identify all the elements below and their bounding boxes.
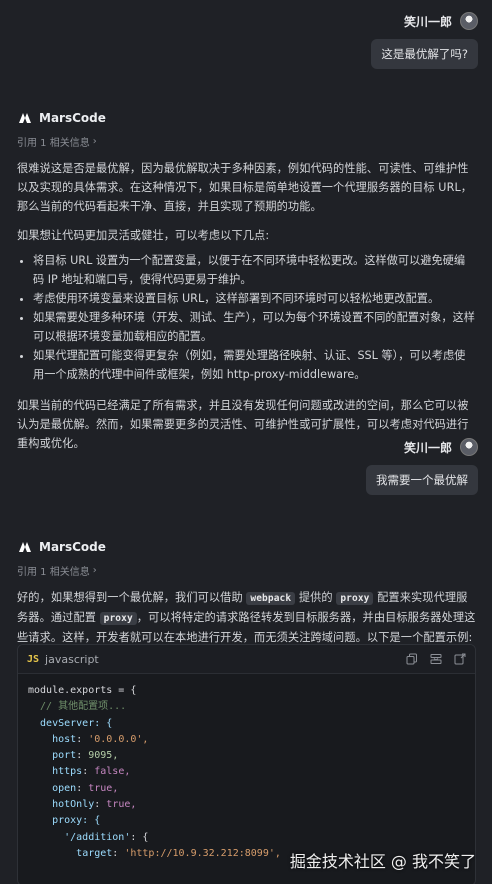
code-line: https: false, [52,766,131,778]
user-header: 笑川一郎 [404,12,478,30]
user-bubble: 我需要一个最优解 [366,465,478,495]
assistant-paragraph: 很难说这是否是最优解，因为最优解取决于多种因素，例如代码的性能、可读性、可维护性… [17,162,473,213]
code-value: 'http://10.9.32.212:8099', [124,847,281,859]
list-item: 如果代理配置可能变得更复杂（例如，需要处理路径映射、认证、SSL 等），可以考虑… [33,346,476,384]
insert-code-icon[interactable] [430,653,442,665]
references-label: 引用 1 相关信息 [17,567,90,578]
code-value: true, [88,782,119,794]
code-value: '0.0.0.0', [88,733,149,745]
list-item: 将目标 URL 设置为一个配置变量，以便于在不同环境中轻松更改。这样做可以避免硬… [33,251,476,289]
user-message: 笑川一郎 我需要一个最优解 [366,438,478,495]
code-line: '/addition': { [64,831,149,843]
assistant-header: MarsCode [17,539,476,555]
references-toggle[interactable]: 引用 1 相关信息 › [17,563,476,578]
assistant-paragraph: 好的，如果想得到一个最优解，我们可以借助 webpack 提供的 proxy 配… [17,588,476,647]
code-value: 9095, [88,750,119,762]
assistant-name: MarsCode [39,111,106,125]
user-message: 笑川一郎 这是最优解了吗? [371,12,478,69]
inline-code: proxy [336,592,374,605]
apply-diff-icon[interactable] [454,653,466,665]
list-item: 如果需要处理多种环境（开发、测试、生产），可以为每个环境设置不同的配置对象，这样… [33,308,476,346]
code-toolbar [406,653,466,665]
code-line: devServer: { [28,717,113,729]
inline-code: webpack [246,592,296,605]
text-span: 好的，如果想得到一个最优解，我们可以借助 [17,591,243,604]
code-key: target [76,847,113,859]
user-avatar[interactable] [460,438,478,456]
code-line: hotOnly: true, [52,799,137,811]
assistant-message: MarsCode 引用 1 相关信息 › 好的，如果想得到一个最优解，我们可以借… [17,539,476,647]
code-block-header: JS javascript [18,645,475,674]
code-line: open: true, [52,782,119,794]
code-content: module.exports = { // 其他配置项... devServer… [18,674,475,871]
assistant-name: MarsCode [39,540,106,554]
user-name: 笑川一郎 [403,440,452,455]
assistant-paragraph: 如果想让代码更加灵活或健壮，可以考虑以下几点: [17,229,270,242]
assistant-message: MarsCode 引用 1 相关信息 › 很难说这是否是最优解，因为最优解取决于… [17,110,476,453]
references-toggle[interactable]: 引用 1 相关信息 › [17,134,476,149]
code-key: open [52,782,77,794]
user-name: 笑川一郎 [403,14,452,29]
code-line: port: 9095, [52,750,119,762]
code-line: host: '0.0.0.0', [52,733,149,745]
user-bubble: 这是最优解了吗? [371,39,478,69]
text-span: 提供的 [298,591,333,604]
marscode-logo-icon [19,113,31,123]
chevron-right-icon: › [92,565,97,576]
user-avatar[interactable] [460,12,478,30]
code-line: module.exports = { [28,685,137,696]
code-line: proxy: { [28,815,101,827]
code-key: port [52,750,77,762]
code-value: false, [94,766,131,778]
code-value: true, [106,799,137,811]
copy-icon[interactable] [406,653,418,665]
inline-code: proxy [99,612,137,625]
code-key: https [52,766,83,778]
user-header: 笑川一郎 [404,438,478,456]
suggestion-list: 将目标 URL 设置为一个配置变量，以便于在不同环境中轻松更改。这样做可以避免硬… [17,251,476,384]
assistant-header: MarsCode [17,110,476,126]
references-label: 引用 1 相关信息 [17,138,90,149]
chat-page: 笑川一郎 这是最优解了吗? MarsCode 引用 1 相关信息 › 很难说这是… [0,0,492,884]
watermark: 掘金技术社区 @ 我不笑了 [289,852,476,871]
code-key: '/addition' [64,831,131,843]
chevron-right-icon: › [92,136,97,147]
js-icon: JS [27,653,40,665]
code-key: host [52,733,77,745]
code-value: { [142,831,149,843]
code-line: // 其他配置项... [28,701,127,713]
code-language: javascript [45,652,99,666]
code-key: hotOnly [52,799,95,811]
marscode-logo-icon [19,542,31,552]
list-item: 考虑使用环境变量来设置目标 URL，这样部署到不同环境时可以轻松地更改配置。 [33,289,476,308]
